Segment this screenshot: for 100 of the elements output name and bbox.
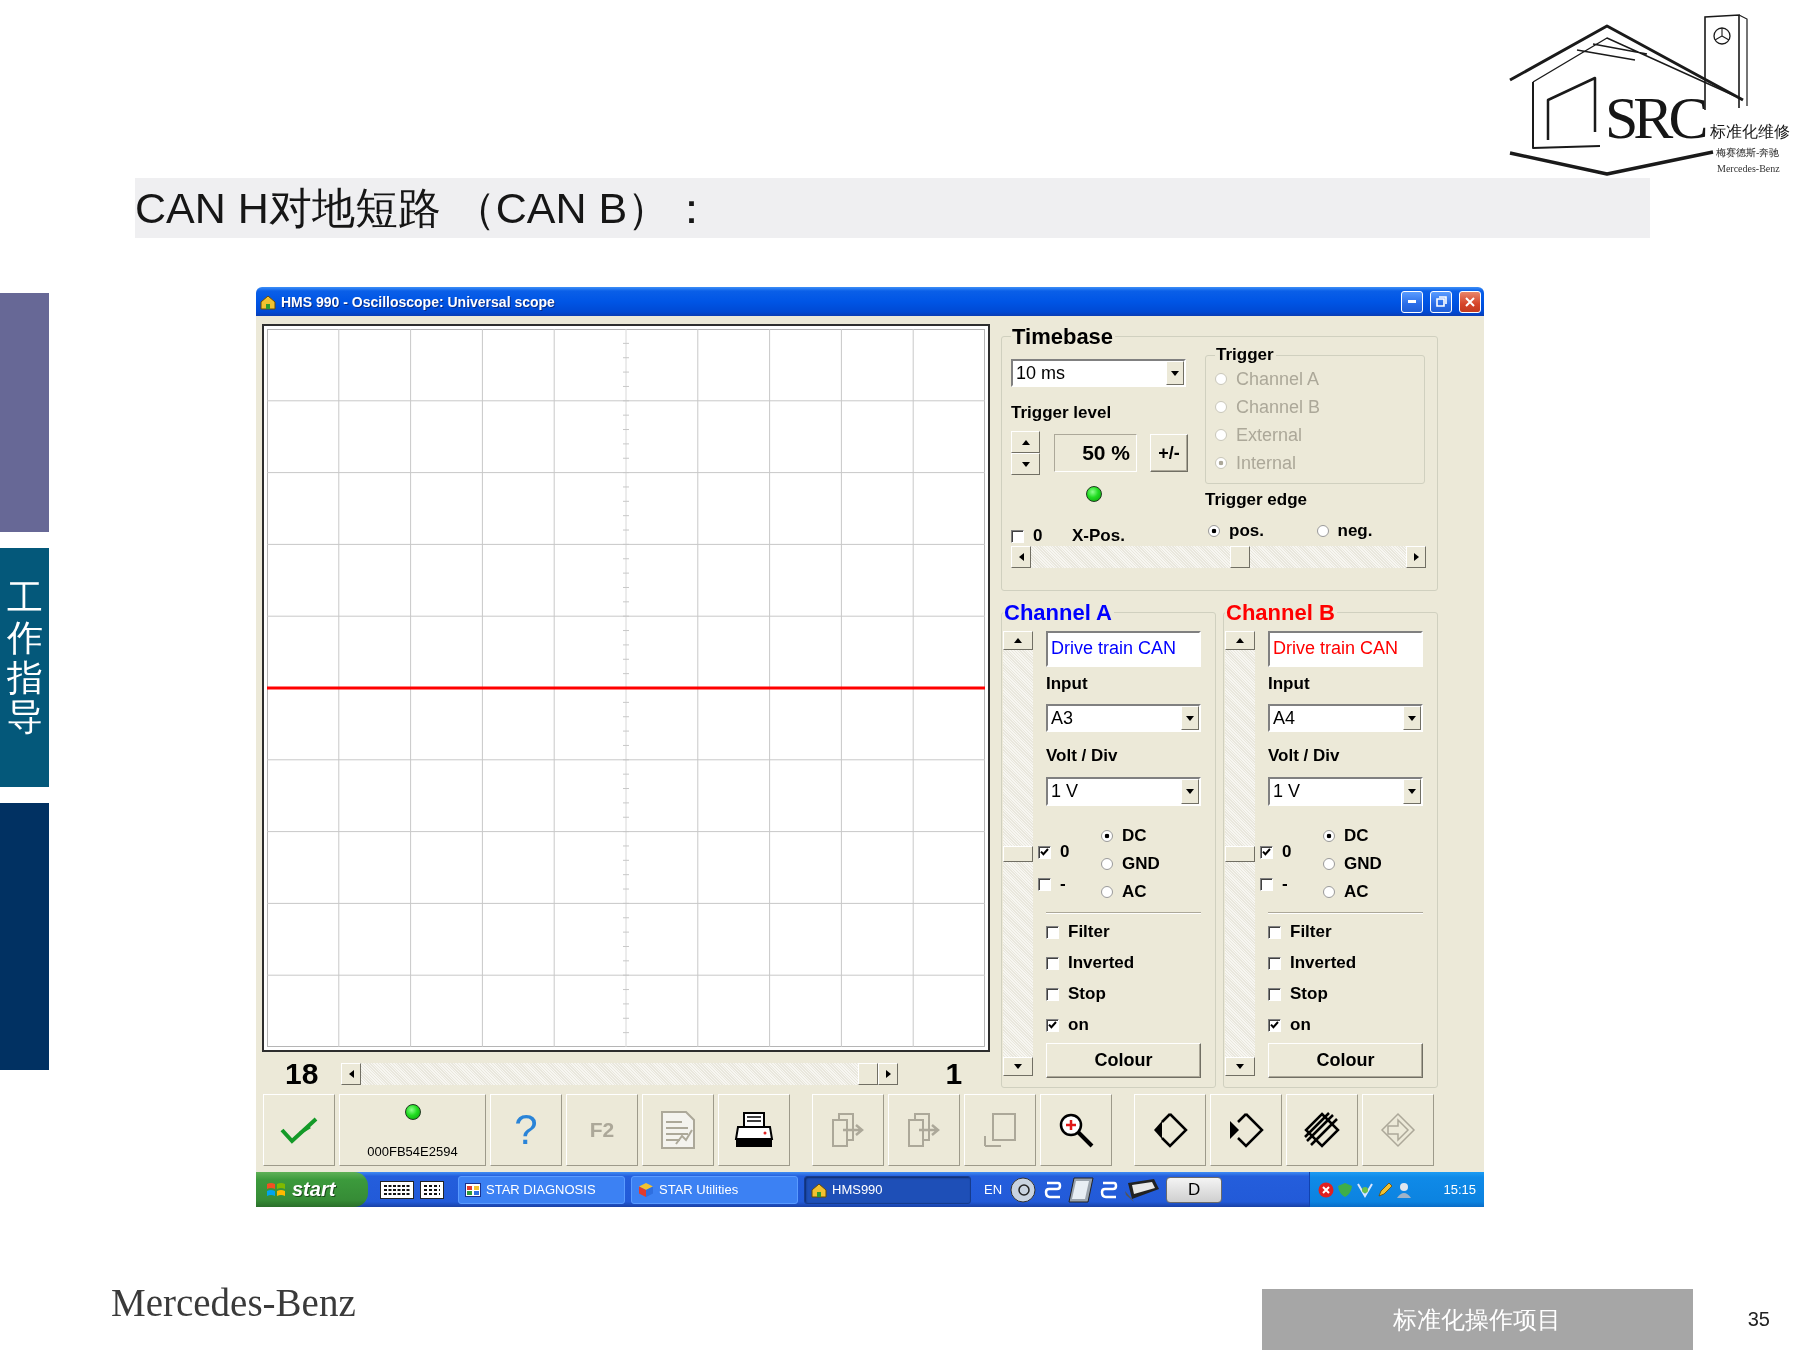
checkbox[interactable] bbox=[1268, 956, 1281, 970]
trigger-edge-label: Trigger edge bbox=[1205, 490, 1309, 511]
disc-icon[interactable] bbox=[1008, 1176, 1039, 1203]
pencil-icon[interactable] bbox=[1377, 1181, 1393, 1198]
dropdown-button[interactable] bbox=[1181, 706, 1199, 731]
scroll-right-button[interactable] bbox=[1406, 546, 1426, 569]
printer-icon bbox=[734, 1111, 774, 1149]
logo-tagline: 标准化维修 bbox=[1710, 124, 1790, 140]
taskbar-button[interactable]: HMS990 bbox=[804, 1175, 971, 1204]
scroll-left-button[interactable] bbox=[341, 1063, 362, 1085]
checkbox[interactable] bbox=[1038, 877, 1051, 891]
squiggle-icon[interactable] bbox=[1044, 1179, 1063, 1200]
radio-button[interactable] bbox=[1101, 858, 1113, 871]
radio-button[interactable] bbox=[1101, 830, 1113, 843]
invert-button[interactable]: +/- bbox=[1150, 434, 1188, 473]
v-shape-icon[interactable] bbox=[1356, 1181, 1374, 1198]
diamond-right-arrow-icon bbox=[1228, 1112, 1264, 1148]
volt-div-dropdown[interactable]: 1 V bbox=[1268, 777, 1423, 807]
dropdown-button[interactable] bbox=[1403, 706, 1421, 731]
device-icon[interactable] bbox=[1124, 1176, 1161, 1203]
checkbox[interactable] bbox=[1046, 956, 1059, 970]
check-mark-icon bbox=[1048, 1021, 1057, 1030]
keyboard-icon[interactable] bbox=[380, 1180, 414, 1199]
radio-label: Internal bbox=[1236, 452, 1297, 473]
colour-button[interactable]: Colour bbox=[1046, 1043, 1201, 1079]
report-document-icon bbox=[660, 1110, 696, 1150]
taskbar-button[interactable]: STAR DIAGNOSIS bbox=[458, 1175, 625, 1204]
radio-button[interactable] bbox=[1323, 886, 1335, 899]
crossed-diamond-icon bbox=[1303, 1111, 1341, 1149]
minimize-icon bbox=[1408, 300, 1416, 303]
dropdown-button[interactable] bbox=[1403, 779, 1421, 805]
error-icon[interactable] bbox=[1318, 1181, 1334, 1198]
scroll-down-button[interactable] bbox=[1003, 1057, 1033, 1077]
colour-button[interactable]: Colour bbox=[1268, 1043, 1423, 1079]
caret-down-icon bbox=[1236, 1064, 1244, 1070]
logo-subtitle: 梅赛德斯-奔驰 bbox=[1716, 148, 1780, 158]
input-dropdown[interactable]: A4 bbox=[1268, 704, 1423, 733]
radio-button[interactable] bbox=[1323, 830, 1335, 843]
timebase-dropdown[interactable]: 10 ms bbox=[1011, 359, 1186, 388]
person-icon[interactable] bbox=[1396, 1181, 1412, 1198]
next-button[interactable] bbox=[1210, 1094, 1282, 1166]
drive-button[interactable]: D bbox=[1166, 1176, 1223, 1203]
slide-title: CAN H对地短路 （CAN B）： bbox=[135, 186, 714, 230]
channel-name-field[interactable]: Drive train CAN bbox=[1046, 631, 1201, 668]
checkbox[interactable] bbox=[1268, 925, 1281, 939]
scroll-down-button[interactable] bbox=[1225, 1057, 1255, 1077]
taskbar-button[interactable]: STAR Utilities bbox=[631, 1175, 798, 1204]
zoom-button[interactable] bbox=[1040, 1094, 1112, 1166]
radio-button[interactable] bbox=[1316, 525, 1329, 538]
checkbox[interactable] bbox=[1046, 925, 1059, 939]
sidebar-label: 工作指导 bbox=[6, 578, 43, 737]
section-label: 标准化操作项目 bbox=[1261, 1289, 1693, 1350]
volt-div-label: Volt / Div bbox=[1268, 746, 1341, 767]
checkbox-label: - bbox=[1282, 874, 1288, 895]
checkbox[interactable] bbox=[1046, 1018, 1059, 1032]
check-mark-icon bbox=[1270, 1021, 1279, 1030]
xpos-slider-thumb[interactable] bbox=[1229, 546, 1250, 569]
caret-down-icon bbox=[1014, 1064, 1022, 1070]
caret-down-icon bbox=[1171, 370, 1179, 376]
confirm-button[interactable] bbox=[263, 1094, 335, 1166]
tablet-icon[interactable] bbox=[1068, 1176, 1095, 1203]
spin-up-button[interactable] bbox=[1011, 431, 1040, 454]
radio-label: Channel A bbox=[1236, 368, 1320, 389]
spin-down-button[interactable] bbox=[1011, 453, 1040, 476]
radio-button[interactable] bbox=[1323, 858, 1335, 871]
squiggle-icon[interactable] bbox=[1100, 1179, 1119, 1200]
dropdown-button[interactable] bbox=[1166, 361, 1184, 386]
offset-slider-thumb[interactable] bbox=[1225, 845, 1255, 862]
scroll-right-button[interactable] bbox=[878, 1063, 899, 1085]
radio-label: GND bbox=[1344, 854, 1382, 875]
grid-icon[interactable] bbox=[420, 1180, 444, 1199]
checkbox[interactable] bbox=[1260, 877, 1273, 891]
frame-slider-thumb[interactable] bbox=[858, 1063, 879, 1085]
scroll-up-button[interactable] bbox=[1003, 631, 1033, 651]
checkbox[interactable] bbox=[1268, 1018, 1281, 1032]
scroll-left-button[interactable] bbox=[1011, 546, 1031, 569]
scroll-up-button[interactable] bbox=[1225, 631, 1255, 651]
minimize-button[interactable] bbox=[1401, 290, 1423, 313]
channel-name-field[interactable]: Drive train CAN bbox=[1268, 631, 1423, 668]
previous-button[interactable] bbox=[1134, 1094, 1206, 1166]
dropdown-button[interactable] bbox=[1181, 779, 1199, 805]
checkbox[interactable] bbox=[1268, 987, 1281, 1001]
radio-button[interactable] bbox=[1208, 525, 1220, 538]
checkbox[interactable] bbox=[1046, 987, 1059, 1001]
radio-button[interactable] bbox=[1101, 886, 1113, 899]
checkbox-label: - bbox=[1060, 874, 1066, 895]
language-indicator[interactable]: EN bbox=[984, 1182, 1003, 1197]
radio-label: DC bbox=[1344, 826, 1369, 847]
volt-div-dropdown[interactable]: 1 V bbox=[1046, 777, 1201, 807]
clear-button[interactable] bbox=[1286, 1094, 1358, 1166]
close-button[interactable] bbox=[1459, 290, 1481, 313]
restore-button[interactable] bbox=[1430, 290, 1452, 313]
print-button[interactable] bbox=[718, 1094, 790, 1166]
input-dropdown[interactable]: A3 bbox=[1046, 704, 1201, 733]
checkbox[interactable] bbox=[1038, 845, 1051, 859]
offset-slider-thumb[interactable] bbox=[1003, 845, 1033, 862]
radio-label: DC bbox=[1122, 826, 1147, 847]
start-button[interactable]: start bbox=[256, 1172, 368, 1207]
checkbox[interactable] bbox=[1260, 845, 1273, 859]
checkbox[interactable] bbox=[1011, 529, 1024, 543]
